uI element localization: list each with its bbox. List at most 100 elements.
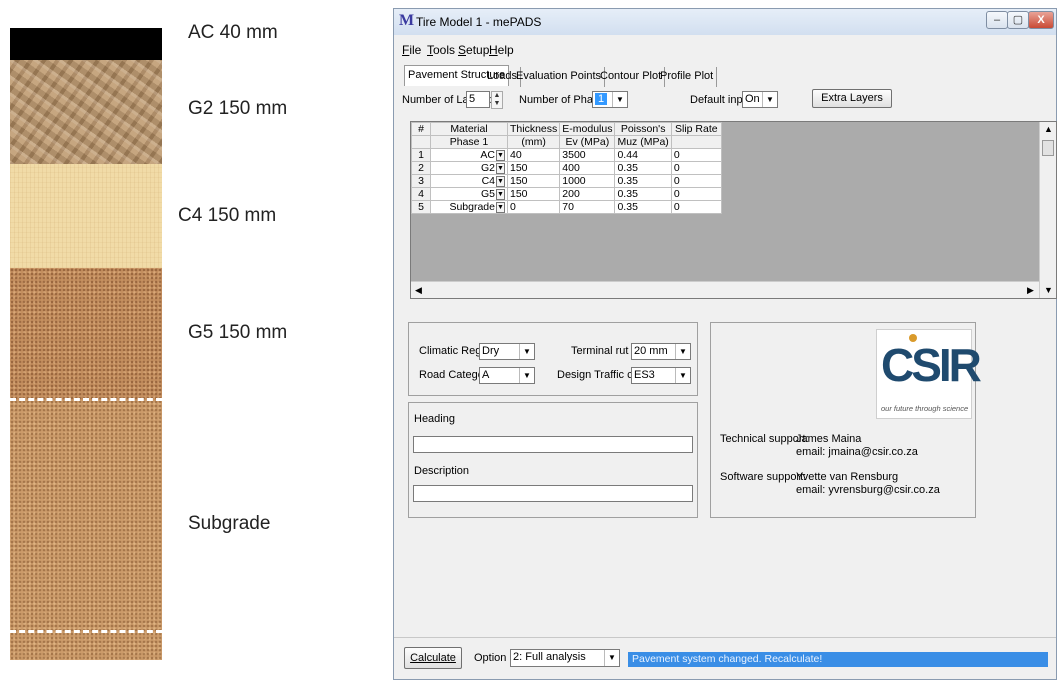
tech-support-name: James Maina <box>796 433 862 445</box>
app-icon: M <box>399 12 415 29</box>
scroll-thumb[interactable] <box>1042 140 1054 156</box>
climatic-region-select[interactable]: Dry ▼ <box>479 343 535 360</box>
scroll-up-icon[interactable]: ▲ <box>1044 124 1053 134</box>
column-subheader: Ev (MPa) <box>559 135 616 149</box>
column-subheader: Muz (MPa) <box>614 135 672 149</box>
material-cell[interactable]: Subgrade ▼ <box>430 200 508 214</box>
scroll-left-icon[interactable]: ◀ <box>415 285 422 296</box>
tab-evaluation-points[interactable]: Evaluation Points <box>513 67 605 87</box>
tab-contour-plot[interactable]: Contour Plot <box>597 67 666 87</box>
layer-label-c4: C4 150 mm <box>178 205 277 226</box>
menu-setup[interactable]: Setup <box>458 43 489 57</box>
horizontal-scrollbar[interactable]: ◀ ▶ <box>411 281 1039 298</box>
chevron-down-icon[interactable]: ▼ <box>762 92 777 107</box>
software-support-email: email: yvrensburg@csir.co.za <box>796 484 940 496</box>
scroll-down-icon[interactable]: ▼ <box>1044 285 1053 295</box>
poisson-cell[interactable]: 0.44 <box>614 148 672 162</box>
heading-description-panel: Heading Description <box>408 402 698 518</box>
poisson-cell[interactable]: 0.35 <box>614 187 672 201</box>
title-bar: M Tire Model 1 - mePADS – ▢ X <box>394 9 1056 35</box>
csir-logo-box: CSIR our future through science <box>876 329 982 419</box>
ac-layer-swatch <box>10 28 162 60</box>
menu-file[interactable]: File <box>402 43 421 57</box>
material-cell[interactable]: G2 ▼ <box>430 161 508 175</box>
chevron-down-icon[interactable]: ▼ <box>496 175 505 187</box>
emodulus-cell[interactable]: 200 <box>559 187 616 201</box>
thickness-cell[interactable]: 150 <box>506 174 561 188</box>
phases-select[interactable]: 1 ▼ <box>592 91 628 108</box>
calculate-button[interactable]: Calculate <box>404 647 462 669</box>
column-header: Poisson's <box>614 122 672 136</box>
emodulus-cell[interactable]: 3500 <box>559 148 616 162</box>
emodulus-cell[interactable]: 1000 <box>559 174 616 188</box>
row-number: 4 <box>411 187 431 201</box>
default-input-select[interactable]: On ▼ <box>742 91 778 108</box>
layers-input[interactable]: 5 <box>466 91 490 108</box>
emodulus-cell[interactable]: 70 <box>559 200 616 214</box>
extra-layers-button[interactable]: Extra Layers <box>812 89 892 108</box>
table-row[interactable]: 2 G2 ▼ 150 400 0.35 0 <box>411 161 722 175</box>
poisson-cell[interactable]: 0.35 <box>614 174 672 188</box>
chevron-down-icon[interactable]: ▼ <box>496 162 505 174</box>
poisson-cell[interactable]: 0.35 <box>614 161 672 175</box>
close-button[interactable]: X <box>1028 11 1054 29</box>
terminal-rut-label: Terminal rut <box>571 345 629 357</box>
software-support-name: Yvette van Rensburg <box>796 471 899 483</box>
table-header-row: # Material Thickness E-modulus Poisson's… <box>411 122 722 136</box>
menu-tools[interactable]: Tools <box>427 43 455 57</box>
column-subheader: (mm) <box>506 135 561 149</box>
table-row[interactable]: 4 G5 ▼ 150 200 0.35 0 <box>411 187 722 201</box>
table-row[interactable]: 3 C4 ▼ 150 1000 0.35 0 <box>411 174 722 188</box>
column-subheader <box>411 135 431 149</box>
column-header: # <box>411 122 431 136</box>
tech-support-email: email: jmaina@csir.co.za <box>796 446 918 458</box>
material-cell[interactable]: G5 ▼ <box>430 187 508 201</box>
maximize-button[interactable]: ▢ <box>1007 11 1029 29</box>
chevron-down-icon[interactable]: ▼ <box>612 92 627 107</box>
chevron-down-icon[interactable]: ▼ <box>675 368 690 383</box>
description-input[interactable] <box>413 485 693 502</box>
chevron-down-icon[interactable]: ▼ <box>496 149 505 161</box>
material-cell[interactable]: AC ▼ <box>430 148 508 162</box>
menu-help[interactable]: Help <box>489 43 514 57</box>
poisson-cell[interactable]: 0.35 <box>614 200 672 214</box>
layers-spinner[interactable]: ▲ ▼ <box>491 91 503 109</box>
heading-label: Heading <box>414 413 455 425</box>
slip-rate-cell[interactable]: 0 <box>670 200 722 214</box>
layer-table: # Material Thickness E-modulus Poisson's… <box>411 122 722 214</box>
scroll-right-icon[interactable]: ▶ <box>1027 285 1034 296</box>
table-row[interactable]: 5 Subgrade ▼ 0 70 0.35 0 <box>411 200 722 214</box>
slip-rate-cell[interactable]: 0 <box>670 174 722 188</box>
thickness-cell[interactable]: 0 <box>506 200 561 214</box>
terminal-rut-select[interactable]: 20 mm ▼ <box>631 343 691 360</box>
layer-label-g2: G2 150 mm <box>188 98 288 119</box>
boundary-dash-line <box>10 398 162 401</box>
row-number: 5 <box>411 200 431 214</box>
emodulus-cell[interactable]: 400 <box>559 161 616 175</box>
slip-rate-cell[interactable]: 0 <box>670 161 722 175</box>
heading-input[interactable] <box>413 436 693 453</box>
thickness-cell[interactable]: 150 <box>506 161 561 175</box>
chevron-down-icon[interactable]: ▼ <box>519 344 534 359</box>
material-cell[interactable]: C4 ▼ <box>430 174 508 188</box>
row-number: 3 <box>411 174 431 188</box>
chevron-down-icon[interactable]: ▼ <box>519 368 534 383</box>
chevron-down-icon[interactable]: ▼ <box>604 650 619 666</box>
slip-rate-cell[interactable]: 0 <box>670 148 722 162</box>
chevron-down-icon[interactable]: ▼ <box>496 188 505 200</box>
logo-tagline: our future through science <box>881 404 969 413</box>
analysis-option-select[interactable]: 2: Full analysis ▼ <box>510 649 620 667</box>
thickness-cell[interactable]: 40 <box>506 148 561 162</box>
tab-profile-plot[interactable]: Profile Plot <box>657 67 718 87</box>
vertical-scrollbar[interactable]: ▲ ▼ <box>1039 122 1056 298</box>
thickness-cell[interactable]: 150 <box>506 187 561 201</box>
chevron-down-icon[interactable]: ▼ <box>675 344 690 359</box>
column-header: E-modulus <box>559 122 616 136</box>
road-category-select[interactable]: A ▼ <box>479 367 535 384</box>
slip-rate-cell[interactable]: 0 <box>670 187 722 201</box>
chevron-down-icon[interactable]: ▼ <box>496 201 505 213</box>
table-row[interactable]: 1 AC ▼ 40 3500 0.44 0 <box>411 148 722 162</box>
table-header-row: Phase 1 (mm) Ev (MPa) Muz (MPa) <box>411 135 722 149</box>
traffic-class-select[interactable]: ES3 ▼ <box>631 367 691 384</box>
minimize-button[interactable]: – <box>986 11 1008 29</box>
